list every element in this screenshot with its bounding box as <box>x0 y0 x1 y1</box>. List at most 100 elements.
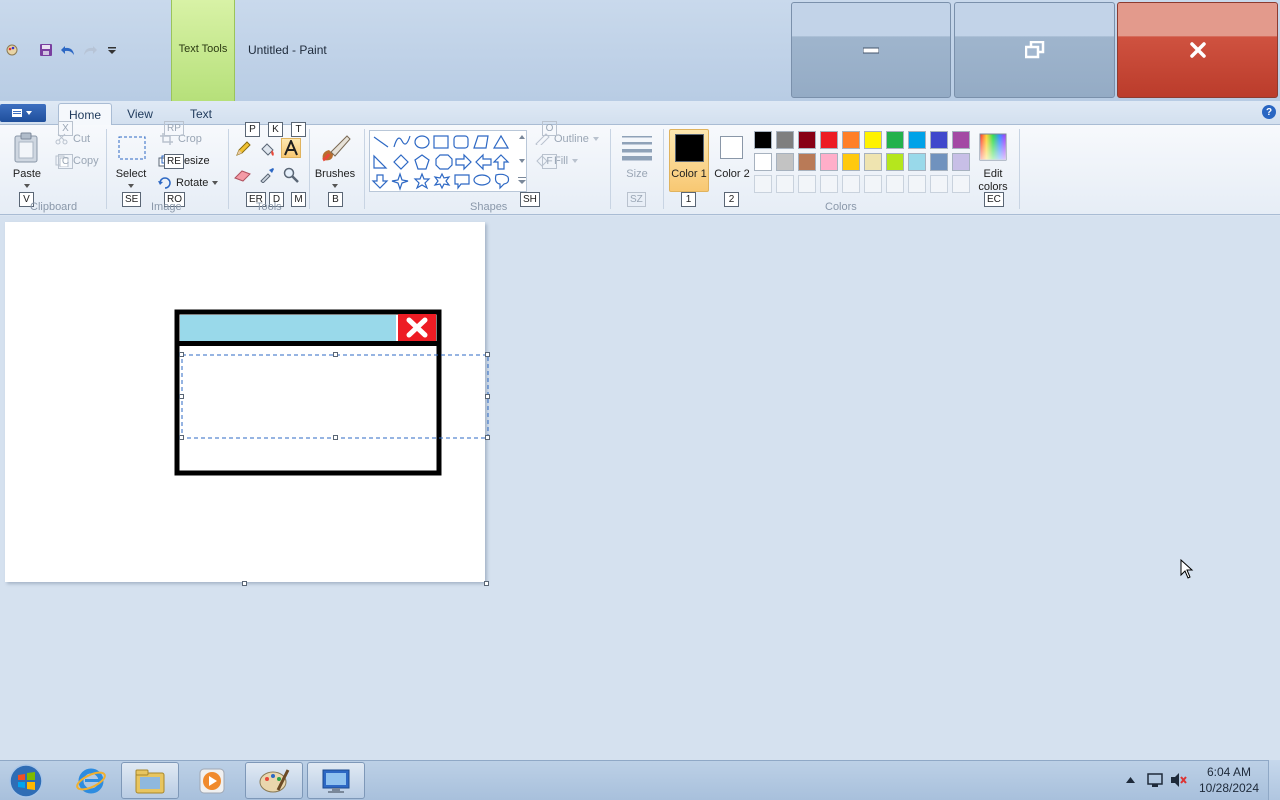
palette-swatch-empty[interactable] <box>952 175 970 193</box>
text-box-resize-handle[interactable] <box>179 394 184 399</box>
text-box-resize-handle[interactable] <box>485 435 490 440</box>
palette-swatch[interactable] <box>930 131 948 149</box>
taskbar-remote-desktop[interactable] <box>307 762 365 799</box>
size-button[interactable] <box>620 132 654 162</box>
redo-icon[interactable] <box>80 40 100 60</box>
taskbar-clock[interactable]: 6:04 AM 10/28/2024 <box>1196 764 1262 796</box>
save-icon[interactable] <box>36 40 56 60</box>
rotate-button[interactable]: Rotate <box>158 177 219 189</box>
help-icon[interactable]: ? <box>1262 105 1276 119</box>
keytip-pencil: P <box>245 122 260 137</box>
taskbar-media-player[interactable] <box>183 762 241 799</box>
select-button[interactable] <box>116 134 148 162</box>
palette-swatch-empty[interactable] <box>930 175 948 193</box>
clock-date: 10/28/2024 <box>1198 781 1260 795</box>
palette-swatch[interactable] <box>908 153 926 171</box>
close-button[interactable] <box>1117 2 1278 98</box>
magnifier-icon <box>283 167 299 183</box>
paint-menu-button[interactable] <box>0 104 46 122</box>
shapes-gallery-icons <box>371 134 526 191</box>
clock-time: 6:04 AM <box>1206 765 1252 779</box>
canvas-resize-handle[interactable] <box>484 581 489 586</box>
palette-swatch-empty[interactable] <box>908 175 926 193</box>
palette-swatch[interactable] <box>820 153 838 171</box>
palette-swatch[interactable] <box>864 131 882 149</box>
palette-swatch[interactable] <box>886 153 904 171</box>
folder-icon <box>135 769 165 793</box>
action-center-icon[interactable] <box>1146 772 1164 788</box>
palette-swatch[interactable] <box>842 131 860 149</box>
keytip-crop: RP <box>164 121 184 136</box>
palette-swatch-empty[interactable] <box>864 175 882 193</box>
text-box-resize-handle[interactable] <box>179 352 184 357</box>
show-desktop-button[interactable] <box>1268 760 1280 800</box>
canvas-resize-handle[interactable] <box>242 581 247 586</box>
text-box-resize-handle[interactable] <box>333 435 338 440</box>
palette-swatch-empty[interactable] <box>842 175 860 193</box>
palette-swatch[interactable] <box>930 153 948 171</box>
palette-swatch-empty[interactable] <box>820 175 838 193</box>
palette-swatch[interactable] <box>820 131 838 149</box>
palette-swatch[interactable] <box>776 153 794 171</box>
palette-swatch-empty[interactable] <box>754 175 772 193</box>
text-box-resize-handle[interactable] <box>485 394 490 399</box>
copy-label: Copy <box>73 155 99 167</box>
palette-swatch[interactable] <box>952 153 970 171</box>
remote-desktop-icon <box>322 769 350 793</box>
color2-button[interactable] <box>720 136 743 159</box>
palette-swatch[interactable] <box>886 131 904 149</box>
palette-swatch[interactable] <box>754 153 772 171</box>
keytip-outline: O <box>542 121 557 136</box>
tab-view[interactable]: View <box>118 103 162 125</box>
palette-swatch[interactable] <box>842 153 860 171</box>
palette-swatch[interactable] <box>776 131 794 149</box>
palette-swatch-empty[interactable] <box>776 175 794 193</box>
show-hidden-icons-icon[interactable] <box>1126 777 1135 783</box>
palette-swatch[interactable] <box>864 153 882 171</box>
select-dropdown-icon[interactable] <box>128 184 134 188</box>
palette-swatch[interactable] <box>754 131 772 149</box>
fill-tool[interactable] <box>257 139 277 159</box>
palette-swatch[interactable] <box>908 131 926 149</box>
keytip-color1: 1 <box>681 192 696 207</box>
palette-swatch[interactable] <box>952 131 970 149</box>
start-button[interactable] <box>2 762 50 799</box>
restore-button[interactable] <box>954 2 1115 98</box>
palette-swatch[interactable] <box>798 131 816 149</box>
taskbar-internet-explorer[interactable] <box>62 762 120 799</box>
palette-swatch[interactable] <box>798 153 816 171</box>
group-separator <box>364 129 365 209</box>
palette-swatch-empty[interactable] <box>886 175 904 193</box>
text-box-resize-handle[interactable] <box>333 352 338 357</box>
text-box-resize-handle[interactable] <box>179 435 184 440</box>
paste-dropdown-icon[interactable] <box>24 184 30 188</box>
text-tool[interactable] <box>281 138 301 158</box>
edit-colors-button[interactable] <box>978 132 1008 162</box>
text-box-resize-handle[interactable] <box>485 352 490 357</box>
brushes-button[interactable] <box>318 131 354 165</box>
shapes-group-label: Shapes <box>470 201 508 213</box>
tab-text[interactable]: Text <box>178 103 224 125</box>
taskbar-paint[interactable] <box>245 762 303 799</box>
group-separator <box>1019 129 1020 209</box>
color-picker-tool[interactable] <box>257 165 277 185</box>
paste-button[interactable] <box>12 131 42 165</box>
brushes-dropdown-icon[interactable] <box>332 184 338 188</box>
outline-dropdown-icon <box>592 137 599 141</box>
pencil-tool[interactable] <box>233 139 253 159</box>
palette-swatch-empty[interactable] <box>798 175 816 193</box>
magnifier-tool[interactable] <box>281 165 301 185</box>
select-label: Select <box>115 168 147 180</box>
volume-muted-icon[interactable] <box>1170 772 1188 788</box>
color1-fill <box>676 135 703 161</box>
size-label: Size <box>626 168 648 180</box>
taskbar-file-explorer[interactable] <box>121 762 179 799</box>
windows-start-icon <box>9 763 43 798</box>
minimize-button[interactable] <box>791 2 951 98</box>
shapes-gallery <box>369 130 527 192</box>
paint-app-icon[interactable] <box>2 40 22 60</box>
eraser-tool[interactable] <box>233 165 253 185</box>
undo-icon[interactable] <box>58 40 78 60</box>
customize-qat-icon[interactable] <box>102 40 122 60</box>
keytip-brushes: B <box>328 192 343 207</box>
